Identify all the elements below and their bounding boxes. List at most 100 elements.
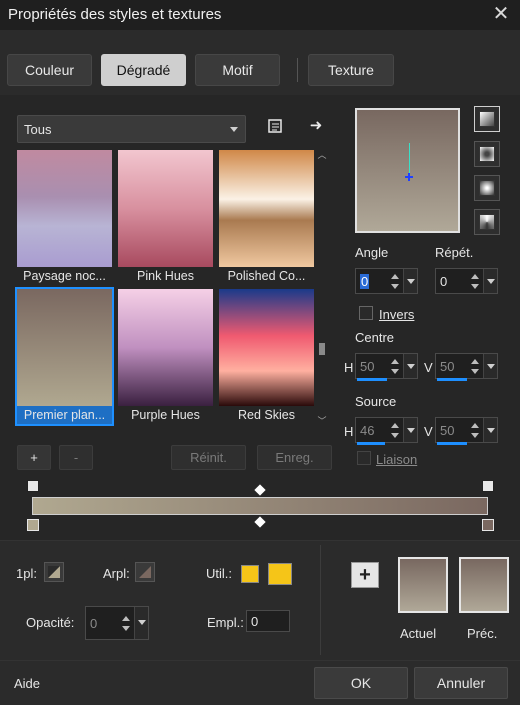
source-h-field[interactable]: 46 xyxy=(355,417,418,443)
angle-down-icon[interactable] xyxy=(391,284,399,289)
source-h-dropdown-icon[interactable] xyxy=(403,418,417,442)
source-h-up-icon[interactable] xyxy=(391,423,399,428)
tab-texture[interactable]: Texture xyxy=(308,54,394,86)
centre-h-field[interactable]: 50 xyxy=(355,353,418,379)
repeat-value: 0 xyxy=(440,274,448,289)
rectangular-style-button[interactable] xyxy=(474,141,500,167)
tab-separator xyxy=(297,58,298,82)
centre-h-value: 50 xyxy=(360,359,375,374)
gradient-item[interactable]: Pink Hues xyxy=(118,150,213,285)
gradient-item[interactable]: Paysage noc... xyxy=(17,150,112,285)
angle-dropdown-icon[interactable] xyxy=(403,269,417,293)
centre-v-slider-fill xyxy=(437,378,467,381)
save-gradient-button[interactable]: Enreg. xyxy=(257,445,332,470)
link-label: Liaison xyxy=(376,452,418,467)
foreground-swatch-icon[interactable] xyxy=(44,562,64,582)
opacity-up-icon[interactable] xyxy=(122,616,130,621)
use-color-swatch[interactable] xyxy=(241,565,259,583)
source-h-slider-fill xyxy=(357,442,385,445)
centre-v-label: V xyxy=(424,360,433,375)
centre-v-down-icon[interactable] xyxy=(471,369,479,374)
linear-style-button[interactable] xyxy=(474,106,500,132)
source-h-label: H xyxy=(344,424,354,439)
background-swatch-icon[interactable] xyxy=(135,562,155,582)
repeat-up-icon[interactable] xyxy=(471,274,479,279)
radial-style-button[interactable] xyxy=(474,175,500,201)
source-v-value: 50 xyxy=(440,423,455,438)
help-link[interactable]: Aide xyxy=(14,676,40,691)
source-v-up-icon[interactable] xyxy=(471,423,479,428)
arrow-right-icon[interactable]: ➜ xyxy=(306,117,326,137)
angle-field[interactable]: 0 xyxy=(355,268,418,294)
cancel-button[interactable]: Annuler xyxy=(414,667,508,699)
opacity-stop-left[interactable] xyxy=(27,480,39,492)
current-swatch[interactable] xyxy=(398,557,448,613)
scroll-thumb[interactable] xyxy=(319,343,325,355)
centre-h-down-icon[interactable] xyxy=(391,369,399,374)
link-checkbox[interactable] xyxy=(357,451,371,465)
category-select[interactable]: Tous xyxy=(17,115,246,143)
invert-checkbox[interactable] xyxy=(359,306,373,320)
gradient-swatch xyxy=(118,150,213,267)
centre-v-field[interactable]: 50 xyxy=(435,353,498,379)
gradient-item[interactable]: Polished Co... xyxy=(219,150,314,285)
source-v-down-icon[interactable] xyxy=(471,433,479,438)
scroll-up-icon[interactable]: ︿ xyxy=(317,150,327,160)
repeat-dropdown-icon[interactable] xyxy=(483,269,497,293)
invert-label: Invers xyxy=(379,307,415,322)
opacity-label: Opacité: xyxy=(26,615,75,630)
scroll-down-icon[interactable]: ﹀ xyxy=(317,416,327,426)
tab-degrade[interactable]: Dégradé xyxy=(101,54,186,86)
ok-button[interactable]: OK xyxy=(314,667,408,699)
gradient-preview[interactable] xyxy=(355,108,460,233)
previous-swatch[interactable] xyxy=(459,557,509,613)
gradient-item-selected[interactable]: Premier plan... xyxy=(15,287,114,426)
opacity-down-icon[interactable] xyxy=(122,626,130,631)
source-v-dropdown-icon[interactable] xyxy=(483,418,497,442)
plus-icon[interactable]: + xyxy=(351,562,379,588)
linear-style-icon xyxy=(479,111,495,127)
close-icon[interactable]: ✕ xyxy=(488,2,514,26)
opacity-stop-right[interactable] xyxy=(482,480,494,492)
gradient-label: Paysage noc... xyxy=(23,269,106,283)
source-v-field[interactable]: 50 xyxy=(435,417,498,443)
source-v-label: V xyxy=(424,424,433,439)
angle-value: 0 xyxy=(360,274,370,289)
tab-motif[interactable]: Motif xyxy=(195,54,280,86)
centre-h-dropdown-icon[interactable] xyxy=(403,354,417,378)
location-field[interactable]: 0 xyxy=(246,610,290,632)
centre-v-up-icon[interactable] xyxy=(471,359,479,364)
use-color-picker[interactable] xyxy=(268,563,292,585)
gradient-swatch xyxy=(118,289,213,406)
gradient-label: Purple Hues xyxy=(131,408,200,422)
color-stop-right[interactable] xyxy=(482,519,494,531)
sunburst-style-icon xyxy=(479,214,495,230)
centre-v-dropdown-icon[interactable] xyxy=(483,354,497,378)
tab-couleur[interactable]: Couleur xyxy=(7,54,92,86)
list-icon[interactable] xyxy=(265,117,285,137)
sunburst-style-button[interactable] xyxy=(474,209,500,235)
repeat-field[interactable]: 0 xyxy=(435,268,498,294)
centre-label: Centre xyxy=(355,330,395,345)
gradient-item[interactable]: Red Skies xyxy=(219,289,314,424)
source-h-down-icon[interactable] xyxy=(391,433,399,438)
centre-h-up-icon[interactable] xyxy=(391,359,399,364)
gradient-item[interactable]: Purple Hues xyxy=(118,289,213,424)
color-stop-left[interactable] xyxy=(27,519,39,531)
reset-button[interactable]: Réinit. xyxy=(171,445,246,470)
source-h-value: 46 xyxy=(360,423,375,438)
current-label: Actuel xyxy=(400,626,437,641)
previous-label: Préc. xyxy=(467,626,498,641)
add-gradient-button[interactable]: + xyxy=(17,445,51,470)
gallery-scrollbar[interactable]: ︿ ﹀ xyxy=(316,150,328,428)
chevron-down-icon xyxy=(230,127,238,132)
gradient-label: Polished Co... xyxy=(227,269,306,283)
remove-gradient-button[interactable]: - xyxy=(59,445,93,470)
gradient-editor-bar[interactable] xyxy=(32,497,488,515)
angle-up-icon[interactable] xyxy=(391,274,399,279)
repeat-down-icon[interactable] xyxy=(471,284,479,289)
gradient-swatch xyxy=(219,150,314,267)
opacity-dropdown-icon[interactable] xyxy=(134,607,148,639)
centre-handle[interactable] xyxy=(405,169,413,181)
opacity-field[interactable]: 0 xyxy=(85,606,149,640)
